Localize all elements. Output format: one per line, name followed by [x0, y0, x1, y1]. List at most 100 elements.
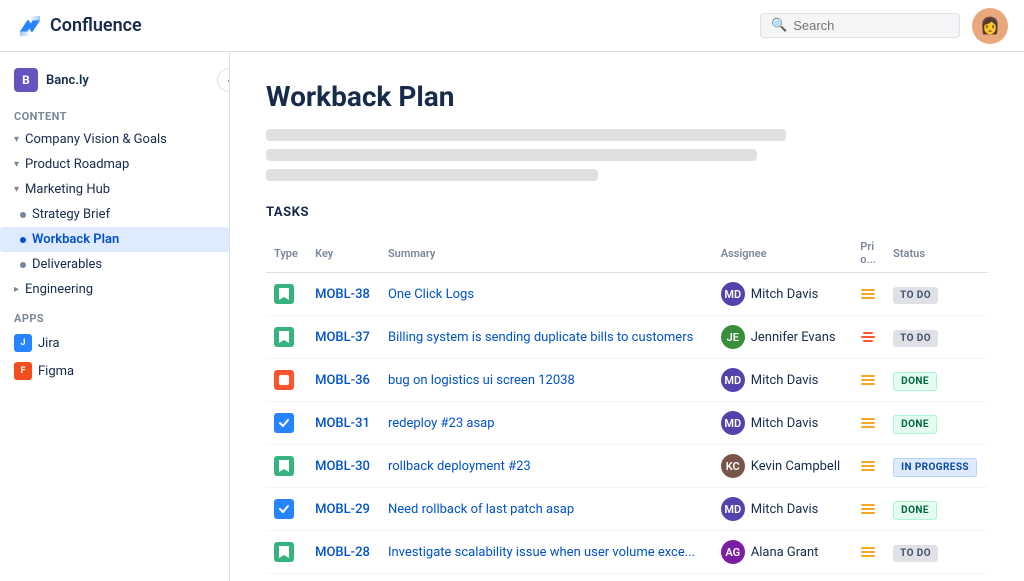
content-area: Workback Plan TASKS Type Key Summary Ass… [230, 52, 1024, 581]
task-key[interactable]: MOBL-29 [307, 488, 380, 531]
task-priority [852, 488, 885, 531]
status-badge: TO DO [893, 330, 938, 347]
main-layout: ‹ B Banc.ly CONTENT ▾ Company Vision & G… [0, 52, 1024, 581]
assignee-name: Mitch Davis [751, 373, 819, 388]
assignee-cell: MD Mitch Davis [721, 282, 844, 306]
task-summary[interactable]: rollback deployment #23 [380, 445, 713, 488]
sidebar-item-strategy-brief[interactable]: Strategy Brief [0, 202, 229, 227]
task-summary[interactable]: Billing system is sending duplicate bill… [380, 316, 713, 359]
tasks-section-label: TASKS [266, 205, 988, 220]
avatar: MD [721, 497, 745, 521]
task-priority [852, 359, 885, 402]
task-status: TO DO [885, 316, 988, 359]
task-type-icon [274, 284, 294, 304]
col-summary: Summary [380, 234, 713, 273]
task-summary[interactable]: Investigate scalability issue when user … [380, 531, 713, 574]
avatar: AG [721, 540, 745, 564]
task-type-icon [274, 370, 294, 390]
search-input[interactable] [793, 18, 949, 33]
assignee-name: Mitch Davis [751, 287, 819, 302]
table-row: MOBL-37Billing system is sending duplica… [266, 316, 988, 359]
skeleton-line-3 [266, 169, 598, 181]
sidebar-item-label: Jira [38, 336, 60, 351]
confluence-logo[interactable]: Confluence [16, 12, 142, 40]
table-row: MOBL-36bug on logistics ui screen 12038 M… [266, 359, 988, 402]
task-key[interactable]: MOBL-37 [307, 316, 380, 359]
task-key[interactable]: MOBL-36 [307, 359, 380, 402]
task-key[interactable]: MOBL-31 [307, 402, 380, 445]
table-row: MOBL-29Need rollback of last patch asap M… [266, 488, 988, 531]
task-summary[interactable]: bug on logistics ui screen 12038 [380, 359, 713, 402]
sidebar-item-figma[interactable]: F Figma [0, 357, 229, 385]
topnav-left: Confluence [16, 12, 142, 40]
task-summary[interactable]: Need rollback of last patch asap [380, 488, 713, 531]
topnav: Confluence 🔍 👩 [0, 0, 1024, 52]
sidebar-item-jira[interactable]: J Jira [0, 329, 229, 357]
assignee-cell: MDMitch Davis [721, 411, 844, 435]
chevron-right-icon: ▸ [14, 284, 19, 295]
bullet-active-icon [20, 237, 26, 243]
confluence-name: Confluence [50, 15, 142, 36]
task-key[interactable]: MOBL-28 [307, 531, 380, 574]
sidebar-item-marketing-hub[interactable]: ▾ Marketing Hub [0, 177, 229, 202]
space-icon: B [14, 68, 38, 92]
table-row: MOBL-38One Click Logs MD Mitch Davis TO DO [266, 273, 988, 316]
chevron-left-icon: ‹ [227, 74, 230, 87]
sidebar-item-label: Deliverables [32, 257, 102, 272]
task-status: TO DO [885, 273, 988, 316]
sidebar-item-deliverables[interactable]: Deliverables [0, 252, 229, 277]
sidebar-item-label: Product Roadmap [25, 157, 129, 172]
sidebar-item-engineering[interactable]: ▸ Engineering [0, 277, 229, 302]
avatar: MD [721, 368, 745, 392]
task-type-icon [274, 456, 294, 476]
task-key[interactable]: MOBL-30 [307, 445, 380, 488]
col-priority: Prio... [852, 234, 885, 273]
task-summary[interactable]: redeploy #23 asap [380, 402, 713, 445]
avatar: MD [721, 282, 745, 306]
task-summary[interactable]: One Click Logs [380, 273, 713, 316]
task-priority [852, 316, 885, 359]
task-status: IN PROGRESS [885, 445, 988, 488]
assignee-name: Alana Grant [751, 545, 819, 560]
task-status: DONE [885, 402, 988, 445]
sidebar-space[interactable]: B Banc.ly [0, 60, 229, 100]
sidebar-item-label: Workback Plan [32, 232, 119, 247]
sidebar-item-label: Company Vision & Goals [25, 132, 167, 147]
sidebar-item-company-vision[interactable]: ▾ Company Vision & Goals [0, 127, 229, 152]
topnav-right: 🔍 👩 [760, 8, 1008, 44]
bullet-icon [20, 212, 26, 218]
page-title: Workback Plan [266, 80, 988, 113]
col-key: Key [307, 234, 380, 273]
assignee-cell: MD Mitch Davis [721, 368, 844, 392]
table-row: MOBL-28Investigate scalability issue whe… [266, 531, 988, 574]
status-badge: TO DO [893, 287, 938, 304]
search-bar[interactable]: 🔍 [760, 13, 960, 38]
col-status: Status [885, 234, 988, 273]
sidebar-content-label: CONTENT [0, 100, 229, 127]
task-key[interactable]: MOBL-38 [307, 273, 380, 316]
sidebar-item-workback-plan[interactable]: Workback Plan [0, 227, 229, 252]
bullet-icon [20, 262, 26, 268]
task-status: DONE [885, 488, 988, 531]
sidebar-item-label: Strategy Brief [32, 207, 110, 222]
task-priority [852, 273, 885, 316]
task-priority [852, 531, 885, 574]
status-badge: IN PROGRESS [893, 458, 977, 477]
space-name: Banc.ly [46, 73, 89, 88]
sidebar: ‹ B Banc.ly CONTENT ▾ Company Vision & G… [0, 52, 230, 581]
assignee-name: Mitch Davis [751, 416, 819, 431]
table-row: MOBL-31redeploy #23 asap MDMitch Davis DON… [266, 402, 988, 445]
assignee-cell: AG Alana Grant [721, 540, 844, 564]
status-badge: DONE [893, 372, 937, 391]
sidebar-item-product-roadmap[interactable]: ▾ Product Roadmap [0, 152, 229, 177]
chevron-down-icon: ▾ [14, 184, 19, 195]
user-avatar[interactable]: 👩 [972, 8, 1008, 44]
status-badge: DONE [893, 501, 937, 520]
skeleton-line-2 [266, 149, 757, 161]
search-icon: 🔍 [771, 18, 787, 33]
col-assignee: Assignee [713, 234, 852, 273]
sidebar-item-label: Engineering [25, 282, 93, 297]
skeleton-lines [266, 129, 988, 181]
sidebar-item-label: Figma [38, 364, 74, 379]
figma-icon: F [14, 362, 32, 380]
